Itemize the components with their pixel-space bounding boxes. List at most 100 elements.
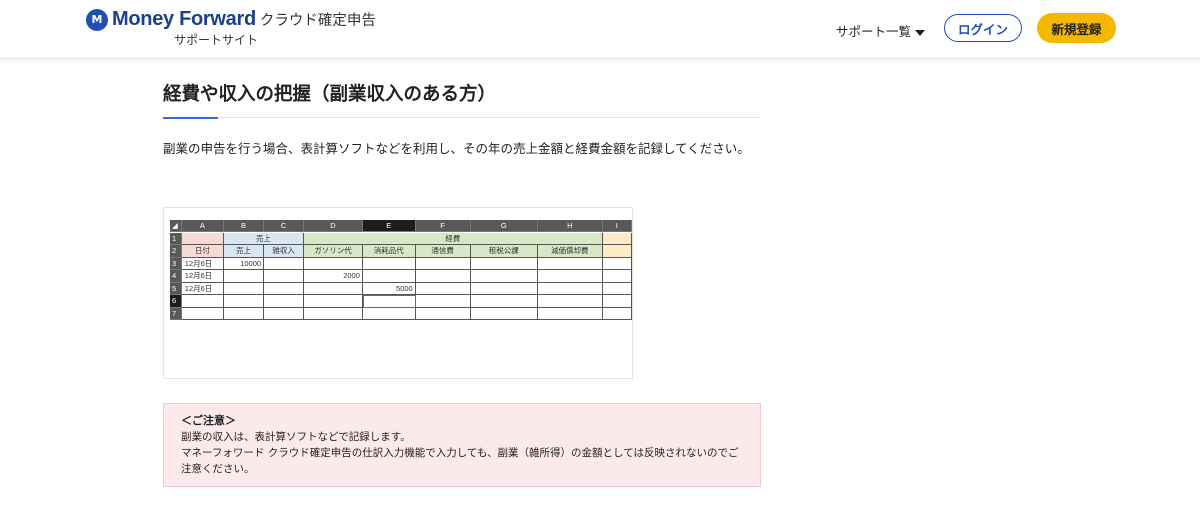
logo-product: クラウド確定申告: [259, 13, 376, 29]
cell: [602, 307, 632, 320]
note-line: 副業の収入は、表計算ソフトなどで記録します。: [181, 431, 411, 443]
active-cell: [362, 295, 416, 308]
row-number: 4: [170, 270, 182, 283]
column-header: B: [223, 220, 265, 232]
group-sales: 売上: [223, 232, 305, 245]
logo-subtitle: サポートサイト: [174, 33, 259, 47]
cell: [602, 282, 632, 295]
cell: [602, 295, 632, 308]
register-button[interactable]: 新規登録: [1037, 13, 1116, 43]
table-row: 4 12月6日 2000: [170, 270, 632, 283]
cell: 2000: [304, 270, 363, 283]
column-header: G: [470, 220, 539, 232]
cell: 日付: [181, 245, 224, 258]
cell: [362, 257, 416, 270]
group-row: 1 売上 経費: [170, 232, 633, 245]
cell: 雑収入: [264, 245, 305, 258]
support-menu[interactable]: サポート一覧: [836, 21, 926, 40]
logo[interactable]: M Money Forward クラウド確定申告: [86, 8, 376, 31]
page-title: 経費や収入の把握（副業収入のある方）: [163, 84, 497, 105]
cell: [538, 282, 603, 295]
note-title: ＜ご注意＞: [181, 414, 236, 427]
support-menu-label: サポート一覧: [836, 24, 912, 39]
cell: [304, 257, 363, 270]
site-header: M Money Forward クラウド確定申告 サポートサイト サポート一覧 …: [0, 0, 1200, 59]
column-header: F: [415, 220, 471, 232]
row-number: 1: [170, 232, 182, 245]
cell: [223, 270, 265, 283]
cell: [415, 295, 471, 308]
row-number: 2: [170, 245, 182, 258]
cell: [223, 295, 265, 308]
caution-note: ＜ご注意＞ 副業の収入は、表計算ソフトなどで記録します。 マネーフォワード クラ…: [163, 403, 761, 487]
cell: [181, 295, 224, 308]
cell: [264, 270, 305, 283]
cell: 12月6日: [181, 282, 224, 295]
cell: [264, 257, 305, 270]
note-line: マネーフォワード クラウド確定申告の仕訳入力機能で入力しても、副業（雑所得）の金…: [181, 447, 739, 475]
cell: [304, 295, 363, 308]
cell: [538, 295, 603, 308]
cell: [264, 295, 305, 308]
cell: [415, 257, 471, 270]
cell: 租税公課: [470, 245, 539, 258]
spreadsheet: ◢ A B C D E F G H I 1 売上 経費 2 日付 売上 雑収入 …: [170, 220, 633, 320]
cell: [470, 307, 539, 320]
table-row: 7: [170, 307, 632, 320]
group-expenses: 経費: [304, 232, 603, 245]
cell: [223, 282, 265, 295]
money-forward-logo-icon: M: [86, 8, 108, 31]
column-header: H: [538, 220, 603, 232]
login-button[interactable]: ログイン: [944, 14, 1022, 42]
cell: [538, 270, 603, 283]
cell: [538, 257, 603, 270]
cell: [223, 307, 265, 320]
column-header: I: [602, 220, 632, 232]
row-number: 3: [170, 257, 182, 270]
table-row: 6: [170, 295, 632, 308]
column-header: E: [362, 220, 416, 232]
cell: [602, 270, 632, 283]
cell: 売上: [223, 245, 265, 258]
cell: 消耗品代: [362, 245, 416, 258]
cell: [602, 245, 632, 258]
cell: 12月6日: [181, 257, 224, 270]
select-all-corner: ◢: [170, 220, 182, 232]
column-header: C: [264, 220, 305, 232]
cell: [602, 232, 633, 245]
cell: [181, 307, 224, 320]
divider: [163, 117, 761, 118]
cell: [415, 307, 471, 320]
cell: [362, 307, 416, 320]
cell: [181, 232, 224, 245]
cell: [470, 282, 539, 295]
body-text: 副業の申告を行う場合、表計算ソフトなどを利用し、その年の売上金額と経費金額を記録…: [163, 141, 750, 156]
cell: [470, 295, 539, 308]
cell: [602, 257, 632, 270]
cell: [264, 282, 305, 295]
row-number: 5: [170, 282, 182, 295]
cell: [304, 307, 363, 320]
header-row: 2 日付 売上 雑収入 ガソリン代 消耗品代 通信費 租税公課 減価償却費: [170, 245, 632, 258]
cell: [415, 270, 471, 283]
cell: [362, 270, 416, 283]
cell: 10000: [223, 257, 265, 270]
logo-brand: Money Forward: [112, 8, 256, 30]
cell: [304, 282, 363, 295]
row-number: 7: [170, 307, 182, 320]
column-header: D: [304, 220, 363, 232]
cell: [470, 270, 539, 283]
column-header: A: [181, 220, 224, 232]
table-row: 3 12月6日 10000: [170, 257, 632, 270]
cell: 5000: [362, 282, 416, 295]
title-accent: [163, 117, 218, 119]
row-number: 6: [170, 295, 182, 308]
cell: [264, 307, 305, 320]
cell: [415, 282, 471, 295]
caret-down-icon: [915, 29, 926, 36]
table-row: 5 12月6日 5000: [170, 282, 632, 295]
cell: [538, 307, 603, 320]
cell: 減価償却費: [538, 245, 603, 258]
cell: ガソリン代: [304, 245, 363, 258]
spreadsheet-image: ◢ A B C D E F G H I 1 売上 経費 2 日付 売上 雑収入 …: [163, 207, 633, 379]
